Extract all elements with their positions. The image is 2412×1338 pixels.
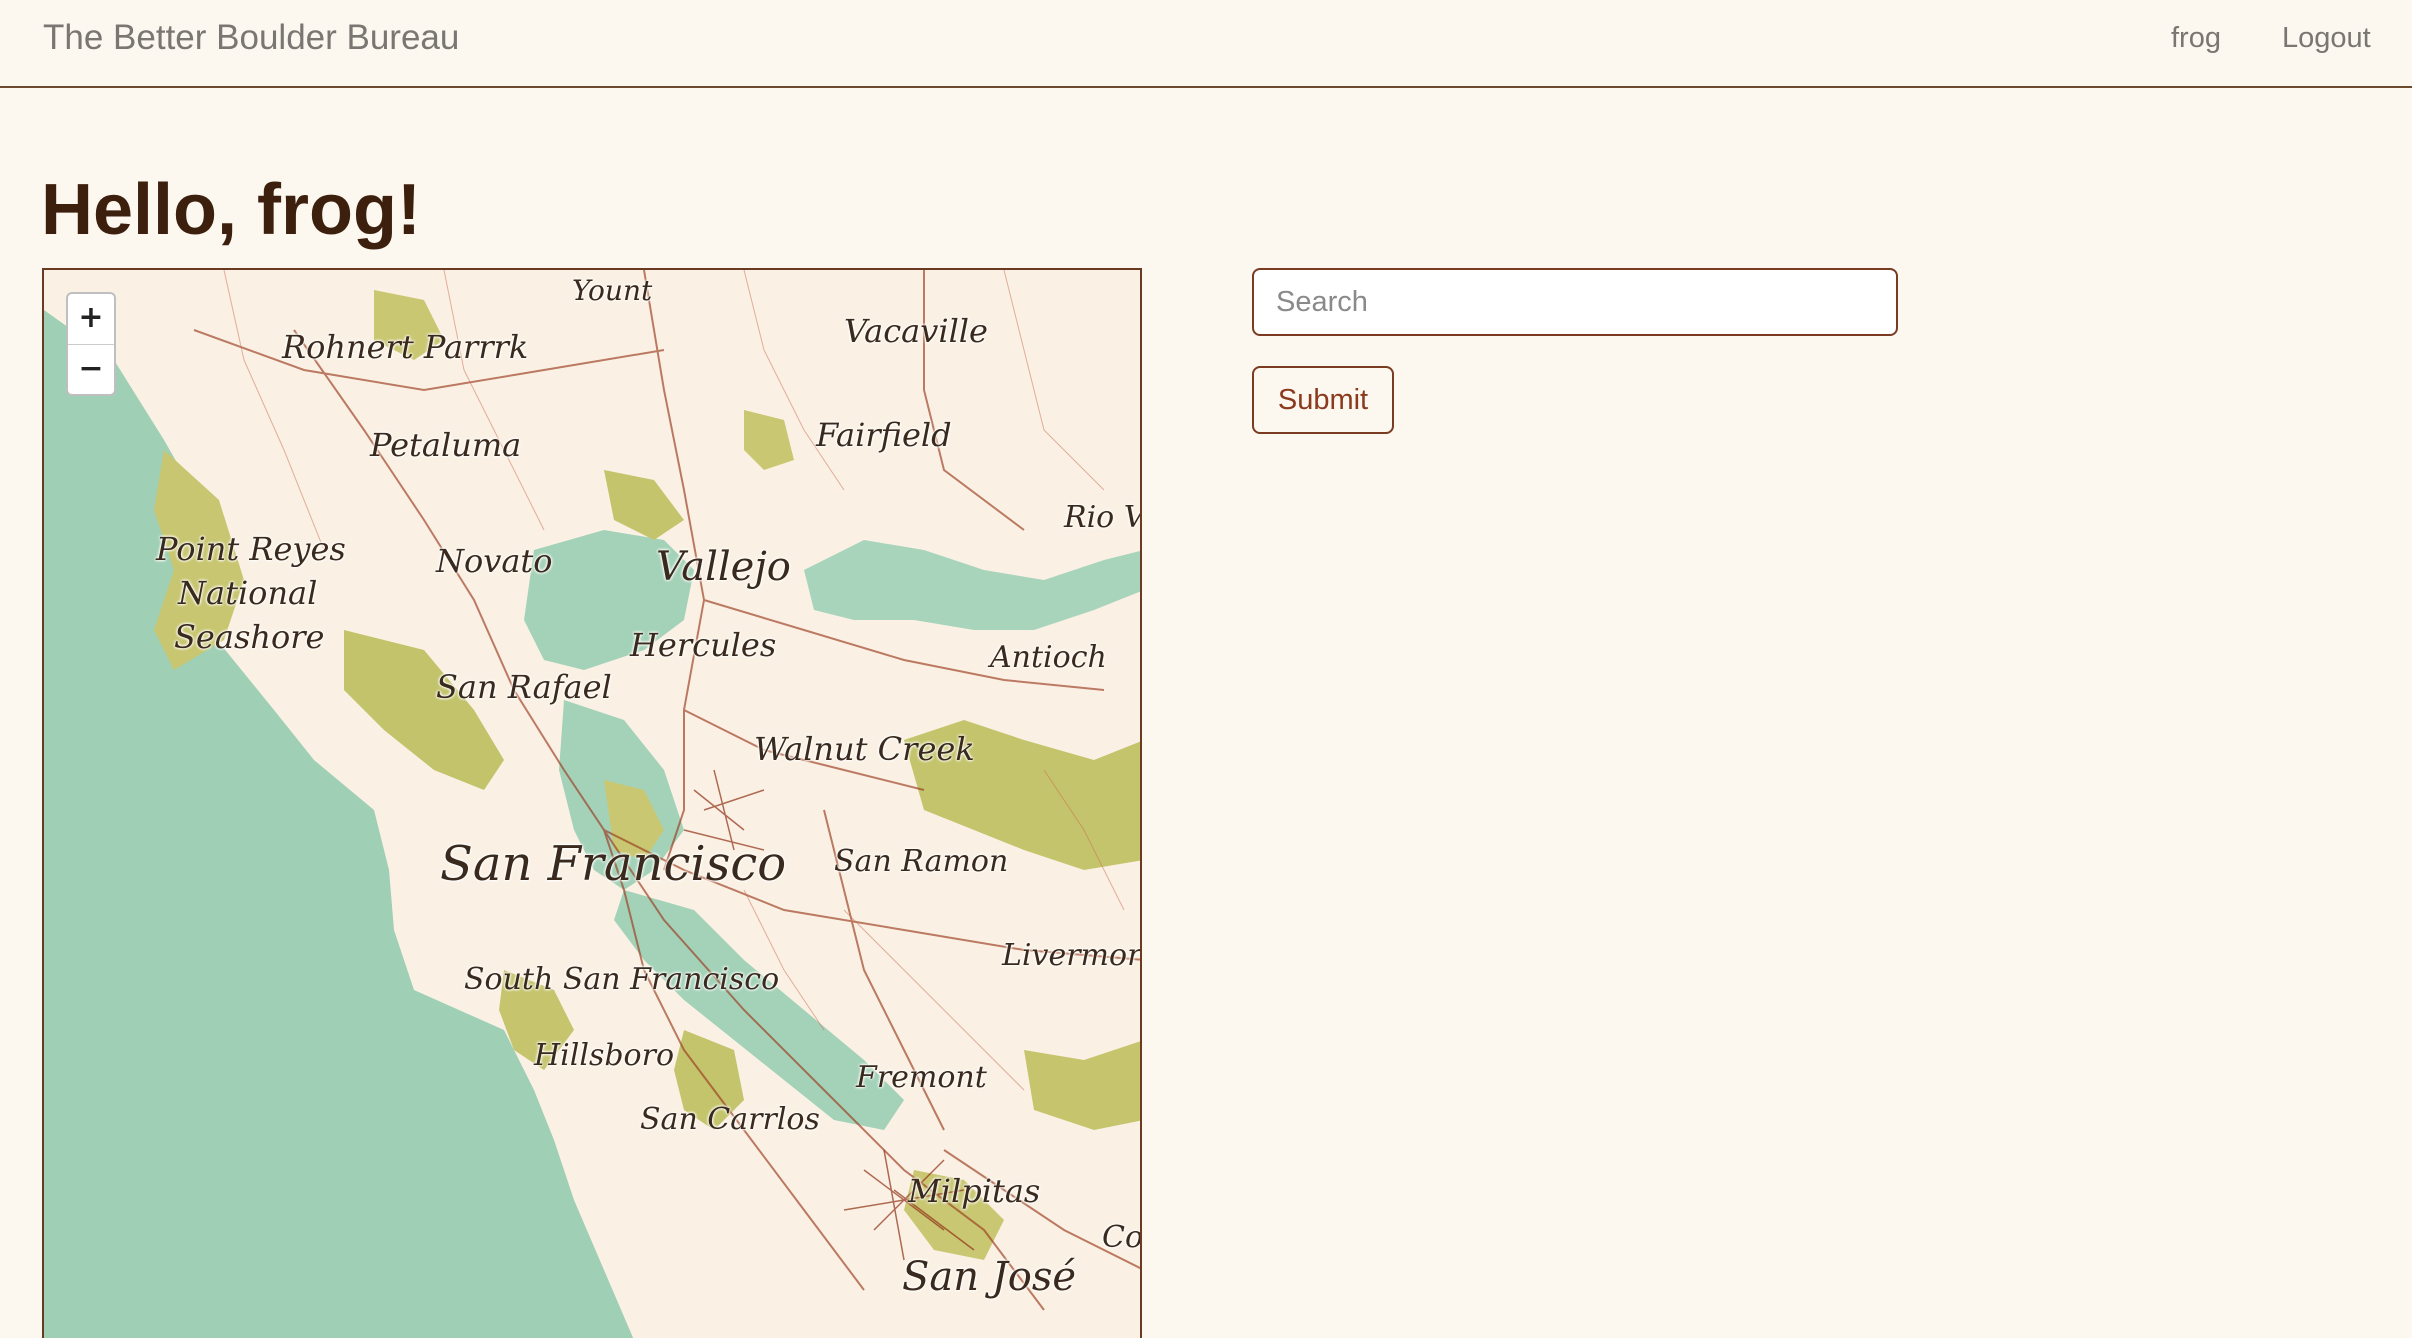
map-label-livermore: Livermore: [1002, 938, 1142, 973]
map-label-san-ramon: San Ramon: [834, 844, 1009, 879]
logout-link[interactable]: Logout: [2282, 20, 2371, 56]
map-label-rohnert-park: Rohnert Parrrk: [282, 328, 529, 366]
map-label-hillsborough: Hillsboro: [534, 1038, 675, 1073]
zoom-control: + −: [66, 292, 116, 396]
user-profile-link[interactable]: frog: [2171, 20, 2221, 56]
map-label-hercules: Hercules: [630, 626, 777, 664]
navbar: The Better Boulder Bureau frog Logout: [0, 0, 2412, 88]
map-label-fairfield: Fairfield: [816, 416, 952, 454]
map-label-novato: Novato: [436, 542, 553, 580]
map-label-fremont: Fremont: [856, 1060, 987, 1095]
submit-button[interactable]: Submit: [1252, 366, 1394, 434]
page-title: Hello, frog!: [41, 170, 421, 250]
map-label-yount: Yount: [572, 274, 653, 307]
map-label-vallejo: Vallejo: [656, 544, 791, 590]
map-label-co: Co: [1102, 1220, 1142, 1255]
map-label-petaluma: Petaluma: [370, 426, 522, 464]
map-view[interactable]: + − Yount Vacaville Rohnert Parrrk Petal…: [42, 268, 1142, 1338]
map-label-san-jose: San José: [902, 1254, 1077, 1300]
map-label-antioch: Antioch: [990, 640, 1107, 675]
zoom-out-button[interactable]: −: [68, 345, 114, 395]
map-label-point-reyes: Point Reyes: [156, 530, 346, 568]
map-label-san-francisco: San Francisco: [440, 836, 787, 892]
map-label-rio-vista: Rio V: [1064, 500, 1142, 535]
map-label-national: National: [178, 574, 318, 612]
search-input[interactable]: [1252, 268, 1898, 336]
map-label-seashore: Seashore: [174, 618, 325, 656]
map-label-san-rafael: San Rafael: [436, 668, 612, 706]
brand-link[interactable]: The Better Boulder Bureau: [43, 18, 459, 58]
map-label-walnut-creek: Walnut Creek: [754, 730, 975, 768]
map-label-south-san-francisco: South San Francisco: [464, 962, 780, 997]
map-label-milpitas: Milpitas: [908, 1172, 1041, 1210]
map-label-vacaville: Vacaville: [844, 312, 988, 350]
map-label-san-carlos: San Carrlos: [640, 1102, 820, 1137]
zoom-in-button[interactable]: +: [68, 294, 114, 345]
